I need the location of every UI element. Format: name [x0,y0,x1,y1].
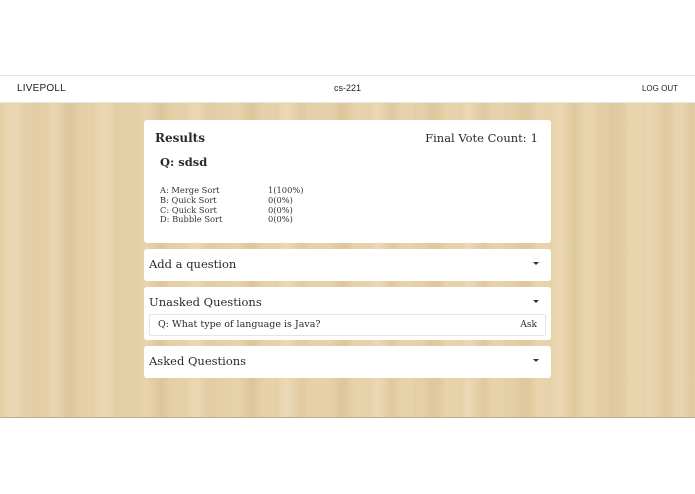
answer-stats: 0(0%) [268,214,293,225]
app-header: LIVEPOLL cs-221 LOG OUT [0,75,695,103]
unasked-question-text: Q: What type of language is Java? [158,319,321,330]
caret-down-icon[interactable] [533,359,539,362]
answer-row: D: Bubble Sort 0(0%) [160,215,410,225]
logout-button[interactable]: LOG OUT [642,84,678,93]
final-vote-count-label: Final Vote Count: [425,131,527,145]
caret-down-icon[interactable] [533,300,539,303]
room-code: cs-221 [333,83,361,93]
answer-label: D: Bubble Sort [160,214,223,225]
asked-questions-panel[interactable]: Asked Questions [144,346,551,378]
final-vote-count-value: 1 [530,131,538,145]
unasked-question-item: Q: What type of language is Java? Ask [149,314,546,336]
ask-button[interactable]: Ask [520,320,537,330]
asked-questions-title[interactable]: Asked Questions [149,354,246,368]
poll-question: Q: sdsd [160,155,208,169]
unasked-questions-panel: Unasked Questions Q: What type of langua… [144,287,551,340]
final-vote-count: Final Vote Count: 1 [425,131,538,145]
add-question-title[interactable]: Add a question [149,257,236,271]
results-title: Results [155,131,205,145]
add-question-panel[interactable]: Add a question [144,249,551,281]
answer-list: A: Merge Sort 1(100%) B: Quick Sort 0(0%… [160,185,410,225]
results-card: Results Final Vote Count: 1 Q: sdsd A: Me… [144,120,551,243]
caret-down-icon[interactable] [533,262,539,265]
unasked-questions-title[interactable]: Unasked Questions [149,295,262,309]
